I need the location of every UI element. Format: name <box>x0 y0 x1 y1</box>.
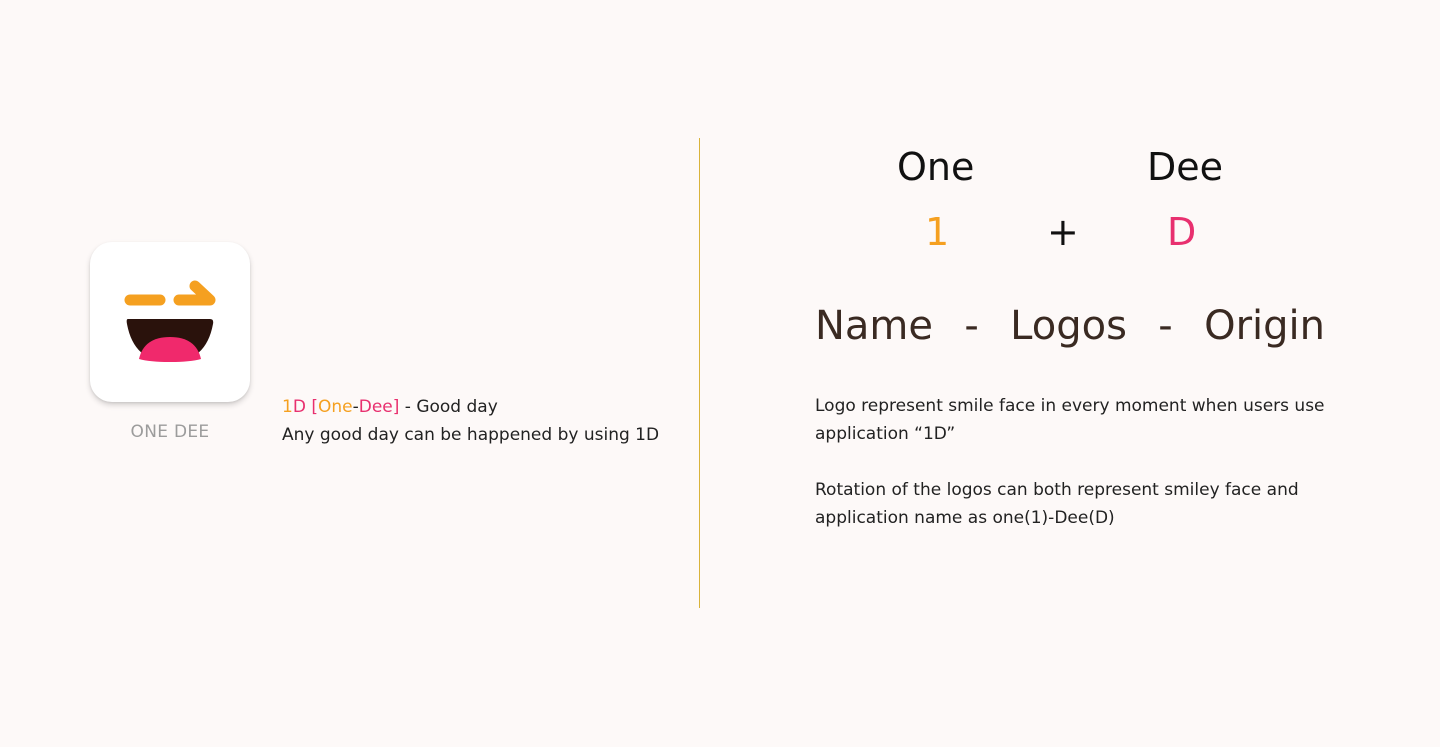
heading-separator-2: - <box>1158 303 1173 349</box>
tagline-dee: Dee <box>358 397 393 417</box>
heading-name: Name <box>815 303 934 349</box>
tagline-good-day: - Good day <box>399 397 498 417</box>
tagline-line-2: Any good day can be happened by using 1D <box>282 425 660 445</box>
glyph-d: D <box>1167 210 1197 254</box>
heading-separator-1: - <box>964 303 979 349</box>
heading-origin: Origin <box>1204 303 1325 349</box>
vertical-divider <box>699 138 700 608</box>
tagline-1d-d: D <box>292 397 306 417</box>
glyph-plus: + <box>1047 210 1079 254</box>
description-paragraph-1: Logo represent smile face in every momen… <box>815 396 1325 444</box>
tagline-bracket-open: [ <box>311 397 318 417</box>
tagline-one: One <box>317 397 353 417</box>
section-heading: Name - Logos - Origin <box>815 306 1325 346</box>
right-eye-arrow <box>173 280 216 306</box>
word-one: One <box>897 145 975 189</box>
description-paragraph-2: Rotation of the logos can both represent… <box>815 480 1299 528</box>
smiley-logo-icon <box>124 280 216 362</box>
heading-logos: Logos <box>1010 303 1127 349</box>
tagline-line-1: 1D [One-Dee] - Good day <box>282 393 659 421</box>
word-dee: Dee <box>1147 145 1224 189</box>
tagline: 1D [One-Dee] - Good day Any good day can… <box>282 393 659 449</box>
app-icon <box>90 242 250 402</box>
app-name-label: ONE DEE <box>130 422 210 442</box>
tagline-1d-one: 1 <box>282 397 293 417</box>
glyph-one: 1 <box>925 210 950 254</box>
